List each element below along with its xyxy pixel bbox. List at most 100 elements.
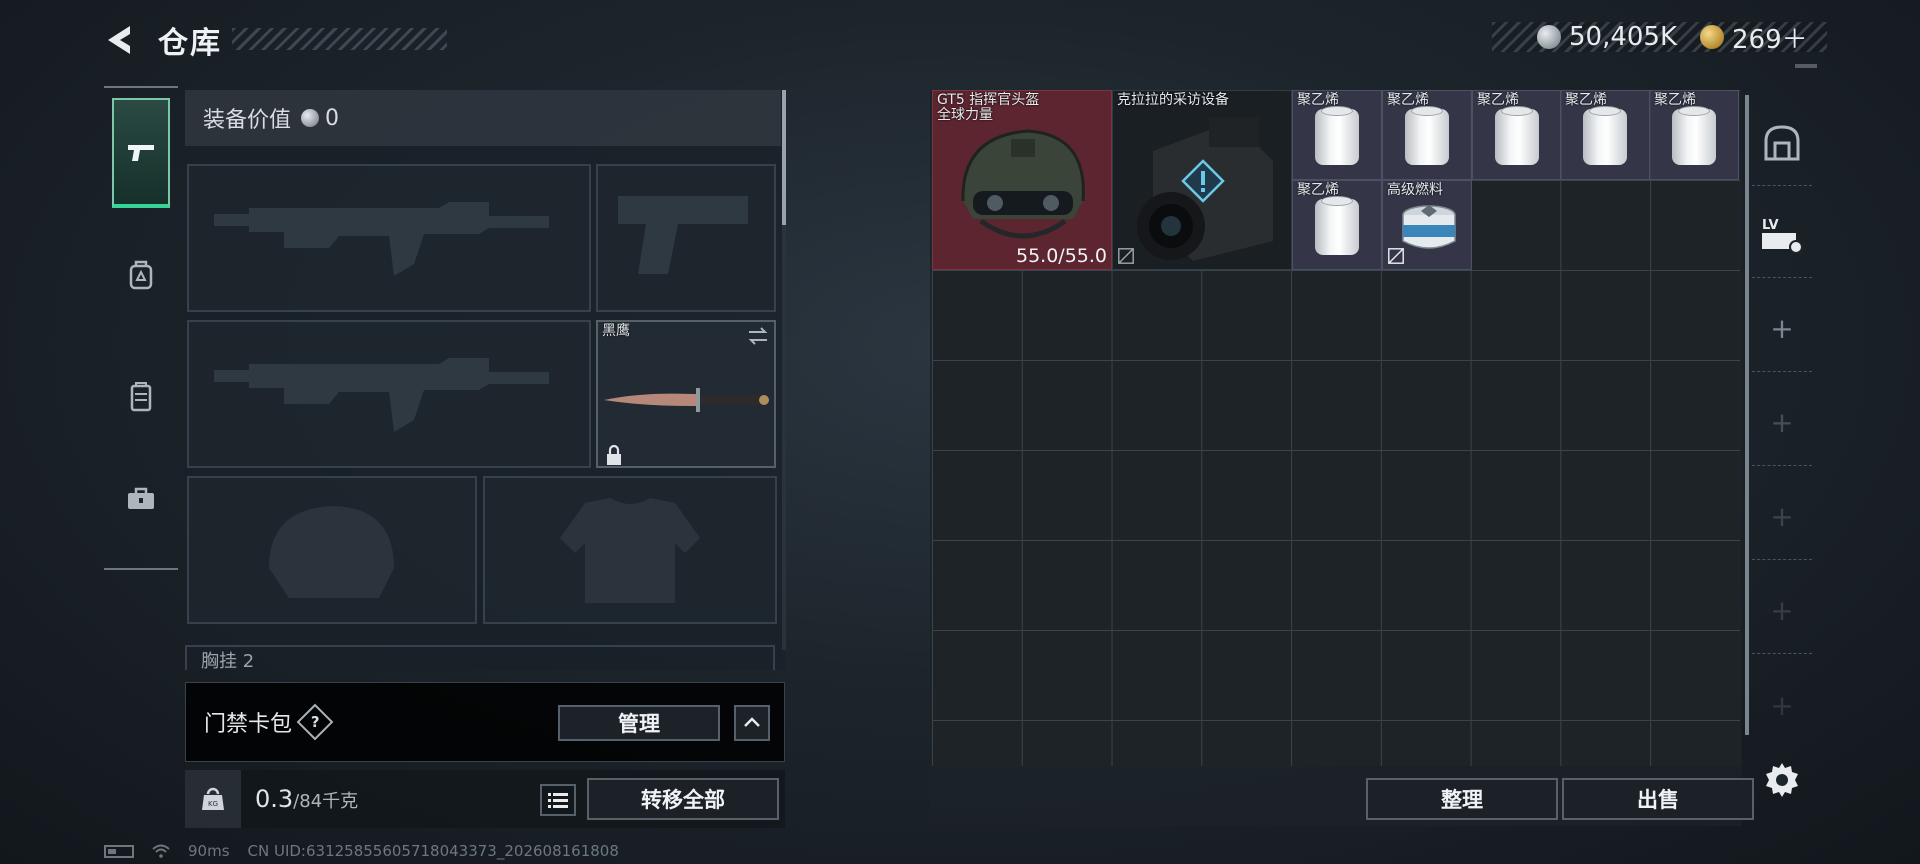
settings-button[interactable] [1762,760,1802,800]
category-rail [104,86,178,570]
currency-gold[interactable]: 269＋ [1700,22,1808,55]
vest-icon [130,382,152,412]
transfer-all-button[interactable]: 转移全部 [587,778,779,820]
rifle-silhouette-icon [214,358,549,432]
container-slot-add[interactable]: + [1752,474,1812,560]
weight-icon-box: KG [185,770,241,828]
pistol-icon [128,145,154,161]
plus-icon: + [1770,312,1794,345]
no-insure-icon [1118,248,1134,264]
vault-icon [1764,124,1800,160]
currency-indicator [1795,64,1817,68]
stash-panel: GT5 指挥官头盔 全球力量 55.0/55.0 克拉拉的采访设备 聚乙烯 聚乙… [930,90,1754,826]
container-slot-add[interactable]: + [1752,568,1812,654]
stash-item-polyethylene[interactable]: 聚乙烯 [1649,90,1739,180]
tab-medical[interactable] [112,220,170,330]
body-armor-slot[interactable] [483,476,777,624]
collapse-button[interactable] [734,705,770,741]
title-decoration [232,28,447,50]
level-case-icon: LV [1762,218,1803,254]
no-insure-icon [1388,248,1404,264]
sidearm-slot[interactable] [596,164,776,312]
stash-item-polyethylene[interactable]: 聚乙烯 [1292,180,1382,270]
primary-weapon-slot[interactable] [187,164,591,312]
toolbox-icon [128,487,154,509]
container-tab-stash[interactable] [1752,100,1812,186]
sell-button[interactable]: 出售 [1562,778,1754,820]
svg-text:KG: KG [208,800,218,808]
container-slot-add[interactable]: + [1752,662,1812,748]
level-badge-text: LV [1762,218,1779,233]
plus-icon: + [1770,594,1794,627]
equipment-value: 0 [325,105,340,131]
silver-coin-icon [1537,25,1561,49]
chest-rig-slot[interactable]: 胸挂 2 [185,645,775,670]
stash-item-polyethylene[interactable]: 聚乙烯 [1292,90,1382,180]
stash-scroll-thumb[interactable] [1745,95,1749,735]
kettlebell-icon: KG [202,787,224,810]
melee-name: 黑鹰 [602,323,630,339]
tactical-helmet-icon [961,129,1085,239]
armor-silhouette-icon [560,498,700,603]
currency-silver[interactable]: 50,405K [1537,22,1677,52]
equipment-panel: 装备价值 0 黑鹰 胸挂 2 [185,90,786,670]
lock-icon [607,444,621,465]
stash-item-helmet[interactable]: GT5 指挥官头盔 全球力量 55.0/55.0 [932,90,1112,270]
help-icon: ? [310,712,320,731]
plus-icon: + [1770,688,1794,722]
stash-item-polyethylene[interactable]: 聚乙烯 [1472,90,1562,180]
plus-icon: + [1770,500,1794,533]
gear-icon [1766,763,1798,797]
stash-item-camera[interactable]: 克拉拉的采访设备 [1112,90,1292,270]
battery-icon [104,844,134,858]
secondary-weapon-slot[interactable] [187,320,591,468]
equipment-scroll-thumb[interactable] [782,90,786,225]
ping-readout: 90ms [188,842,230,860]
combat-knife-icon [604,388,769,412]
chevron-up-icon [744,717,760,727]
stash-item-polyethylene[interactable]: 聚乙烯 [1560,90,1650,180]
list-view-button[interactable] [540,784,576,816]
container-rail: LV + + + + + [1752,92,1812,772]
tab-weapons[interactable] [112,98,170,208]
tab-gear[interactable] [112,342,170,452]
silver-coin-icon [301,109,320,127]
back-arrow-icon [108,26,130,54]
helmet-silhouette-icon [269,506,394,598]
polyethylene-roll-icon [1315,106,1359,165]
help-button[interactable]: ? [296,703,334,741]
gold-coin-icon [1700,25,1724,49]
rifle-silhouette-icon [214,202,549,276]
manage-button[interactable]: 管理 [558,705,720,741]
container-tab-level[interactable]: LV [1752,192,1812,278]
tab-toolbox[interactable] [112,444,170,554]
chest-rig-count: 2 [242,651,255,670]
melee-slot[interactable]: 黑鹰 [596,320,776,468]
back-button[interactable] [100,20,140,60]
polyethylene-roll-icon [1583,106,1627,165]
helmet-slot[interactable] [187,476,477,624]
currency-silver-value: 50,405K [1569,22,1678,52]
status-bar: 90ms CN UID:6312585560571804337­3_202608… [104,842,619,860]
durability-readout: 55.0/55.0 [1015,245,1107,267]
pistol-silhouette-icon [618,196,748,274]
plus-icon: + [1770,406,1794,439]
stash-item-premium-fuel[interactable]: 高级燃料 [1382,180,1472,270]
stash-grid[interactable]: GT5 指挥官头盔 全球力量 55.0/55.0 克拉拉的采访设备 聚乙烯 聚乙… [932,90,1740,766]
keycard-case-label: 门禁卡包 [204,712,293,737]
stash-item-polyethylene[interactable]: 聚乙烯 [1382,90,1472,180]
polyethylene-roll-icon [1495,106,1539,165]
equipment-value-header: 装备价值 0 [185,90,781,146]
weight-readout: 0.3/84千克 [255,785,358,813]
container-slot-add[interactable]: + [1752,380,1812,466]
chest-rig-label: 胸挂 [201,651,237,670]
polyethylene-roll-icon [1315,196,1359,255]
wifi-icon [152,844,170,858]
sort-button[interactable]: 整理 [1366,778,1558,820]
container-slot-add[interactable]: + [1752,286,1812,372]
equipment-value-label: 装备价值 [203,108,292,133]
polyethylene-roll-icon [1672,106,1716,165]
backpack-icon [129,260,153,290]
weight-current: 0.3 [255,785,294,813]
swap-icon[interactable] [746,324,770,348]
